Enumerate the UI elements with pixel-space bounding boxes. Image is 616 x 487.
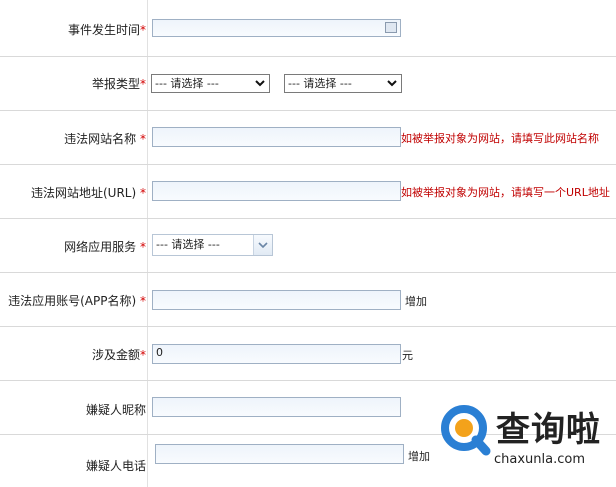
required-mark: * — [140, 186, 146, 200]
phone-label: 嫌疑人电话 — [85, 459, 146, 473]
report-type-select-2-value: --- 请选择 --- — [288, 77, 352, 90]
event-time-input[interactable] — [152, 19, 401, 37]
search-magnifier-logo-icon — [441, 405, 491, 456]
watermark-logo: 查询啦 chaxunla.com — [440, 402, 616, 487]
required-mark: * — [140, 132, 146, 146]
nickname-label: 嫌疑人昵称 — [85, 403, 146, 417]
amount-unit: 元 — [402, 349, 413, 362]
event-time-label: 事件发生时间* — [67, 23, 146, 37]
row-site-name: 违法网站名称 * 如被举报对象为网站，请填写此网站名称 — [0, 110, 616, 165]
app-account-label: 违法应用账号(APP名称) * — [8, 294, 146, 308]
row-app-service: 网络应用服务 * --- 请选择 --- — [0, 218, 616, 273]
watermark-domain: chaxunla.com — [494, 452, 585, 467]
report-type-label: 举报类型* — [91, 77, 146, 91]
calendar-icon[interactable] — [385, 22, 397, 33]
phone-add-link[interactable]: 增加 — [408, 448, 430, 464]
row-event-time: 事件发生时间* — [0, 0, 616, 57]
row-amount: 涉及金额* 0 元 — [0, 326, 616, 381]
row-app-account: 违法应用账号(APP名称) * 增加 — [0, 272, 616, 327]
site-url-hint: 如被举报对象为网站，请填写一个URL地址 — [401, 186, 610, 199]
required-mark: * — [140, 77, 146, 91]
chevron-down-icon — [255, 80, 265, 87]
chevron-down-icon — [258, 242, 268, 249]
site-name-hint: 如被举报对象为网站，请填写此网站名称 — [401, 132, 599, 145]
required-mark: * — [140, 23, 146, 37]
app-account-input[interactable] — [152, 290, 401, 310]
row-report-type: 举报类型* --- 请选择 --- --- 请选择 --- — [0, 56, 616, 111]
amount-label: 涉及金额* — [91, 348, 146, 362]
site-name-label: 违法网站名称 * — [64, 132, 146, 146]
app-service-select-value: --- 请选择 --- — [156, 238, 220, 251]
dropdown-button[interactable] — [253, 235, 272, 255]
amount-input-value: 0 — [156, 346, 163, 359]
site-name-input[interactable] — [152, 127, 401, 147]
nickname-input[interactable] — [152, 397, 401, 417]
site-url-input[interactable] — [152, 181, 401, 201]
phone-input[interactable] — [155, 444, 404, 464]
required-mark: * — [140, 348, 146, 362]
app-account-add-link[interactable]: 增加 — [405, 293, 427, 309]
required-mark: * — [140, 294, 146, 308]
row-site-url: 违法网站地址(URL) * 如被举报对象为网站，请填写一个URL地址 — [0, 164, 616, 219]
report-type-select-2[interactable]: --- 请选择 --- — [284, 74, 402, 93]
amount-input[interactable]: 0 — [152, 344, 401, 364]
site-url-label: 违法网站地址(URL) * — [31, 186, 146, 200]
app-service-select[interactable]: --- 请选择 --- — [152, 234, 273, 256]
app-service-label: 网络应用服务 * — [64, 240, 146, 254]
chevron-down-icon — [387, 80, 397, 87]
watermark-brand: 查询啦 — [496, 410, 601, 450]
required-mark: * — [140, 240, 146, 254]
report-type-select-1-value: --- 请选择 --- — [155, 77, 219, 90]
report-type-select-1[interactable]: --- 请选择 --- — [151, 74, 270, 93]
